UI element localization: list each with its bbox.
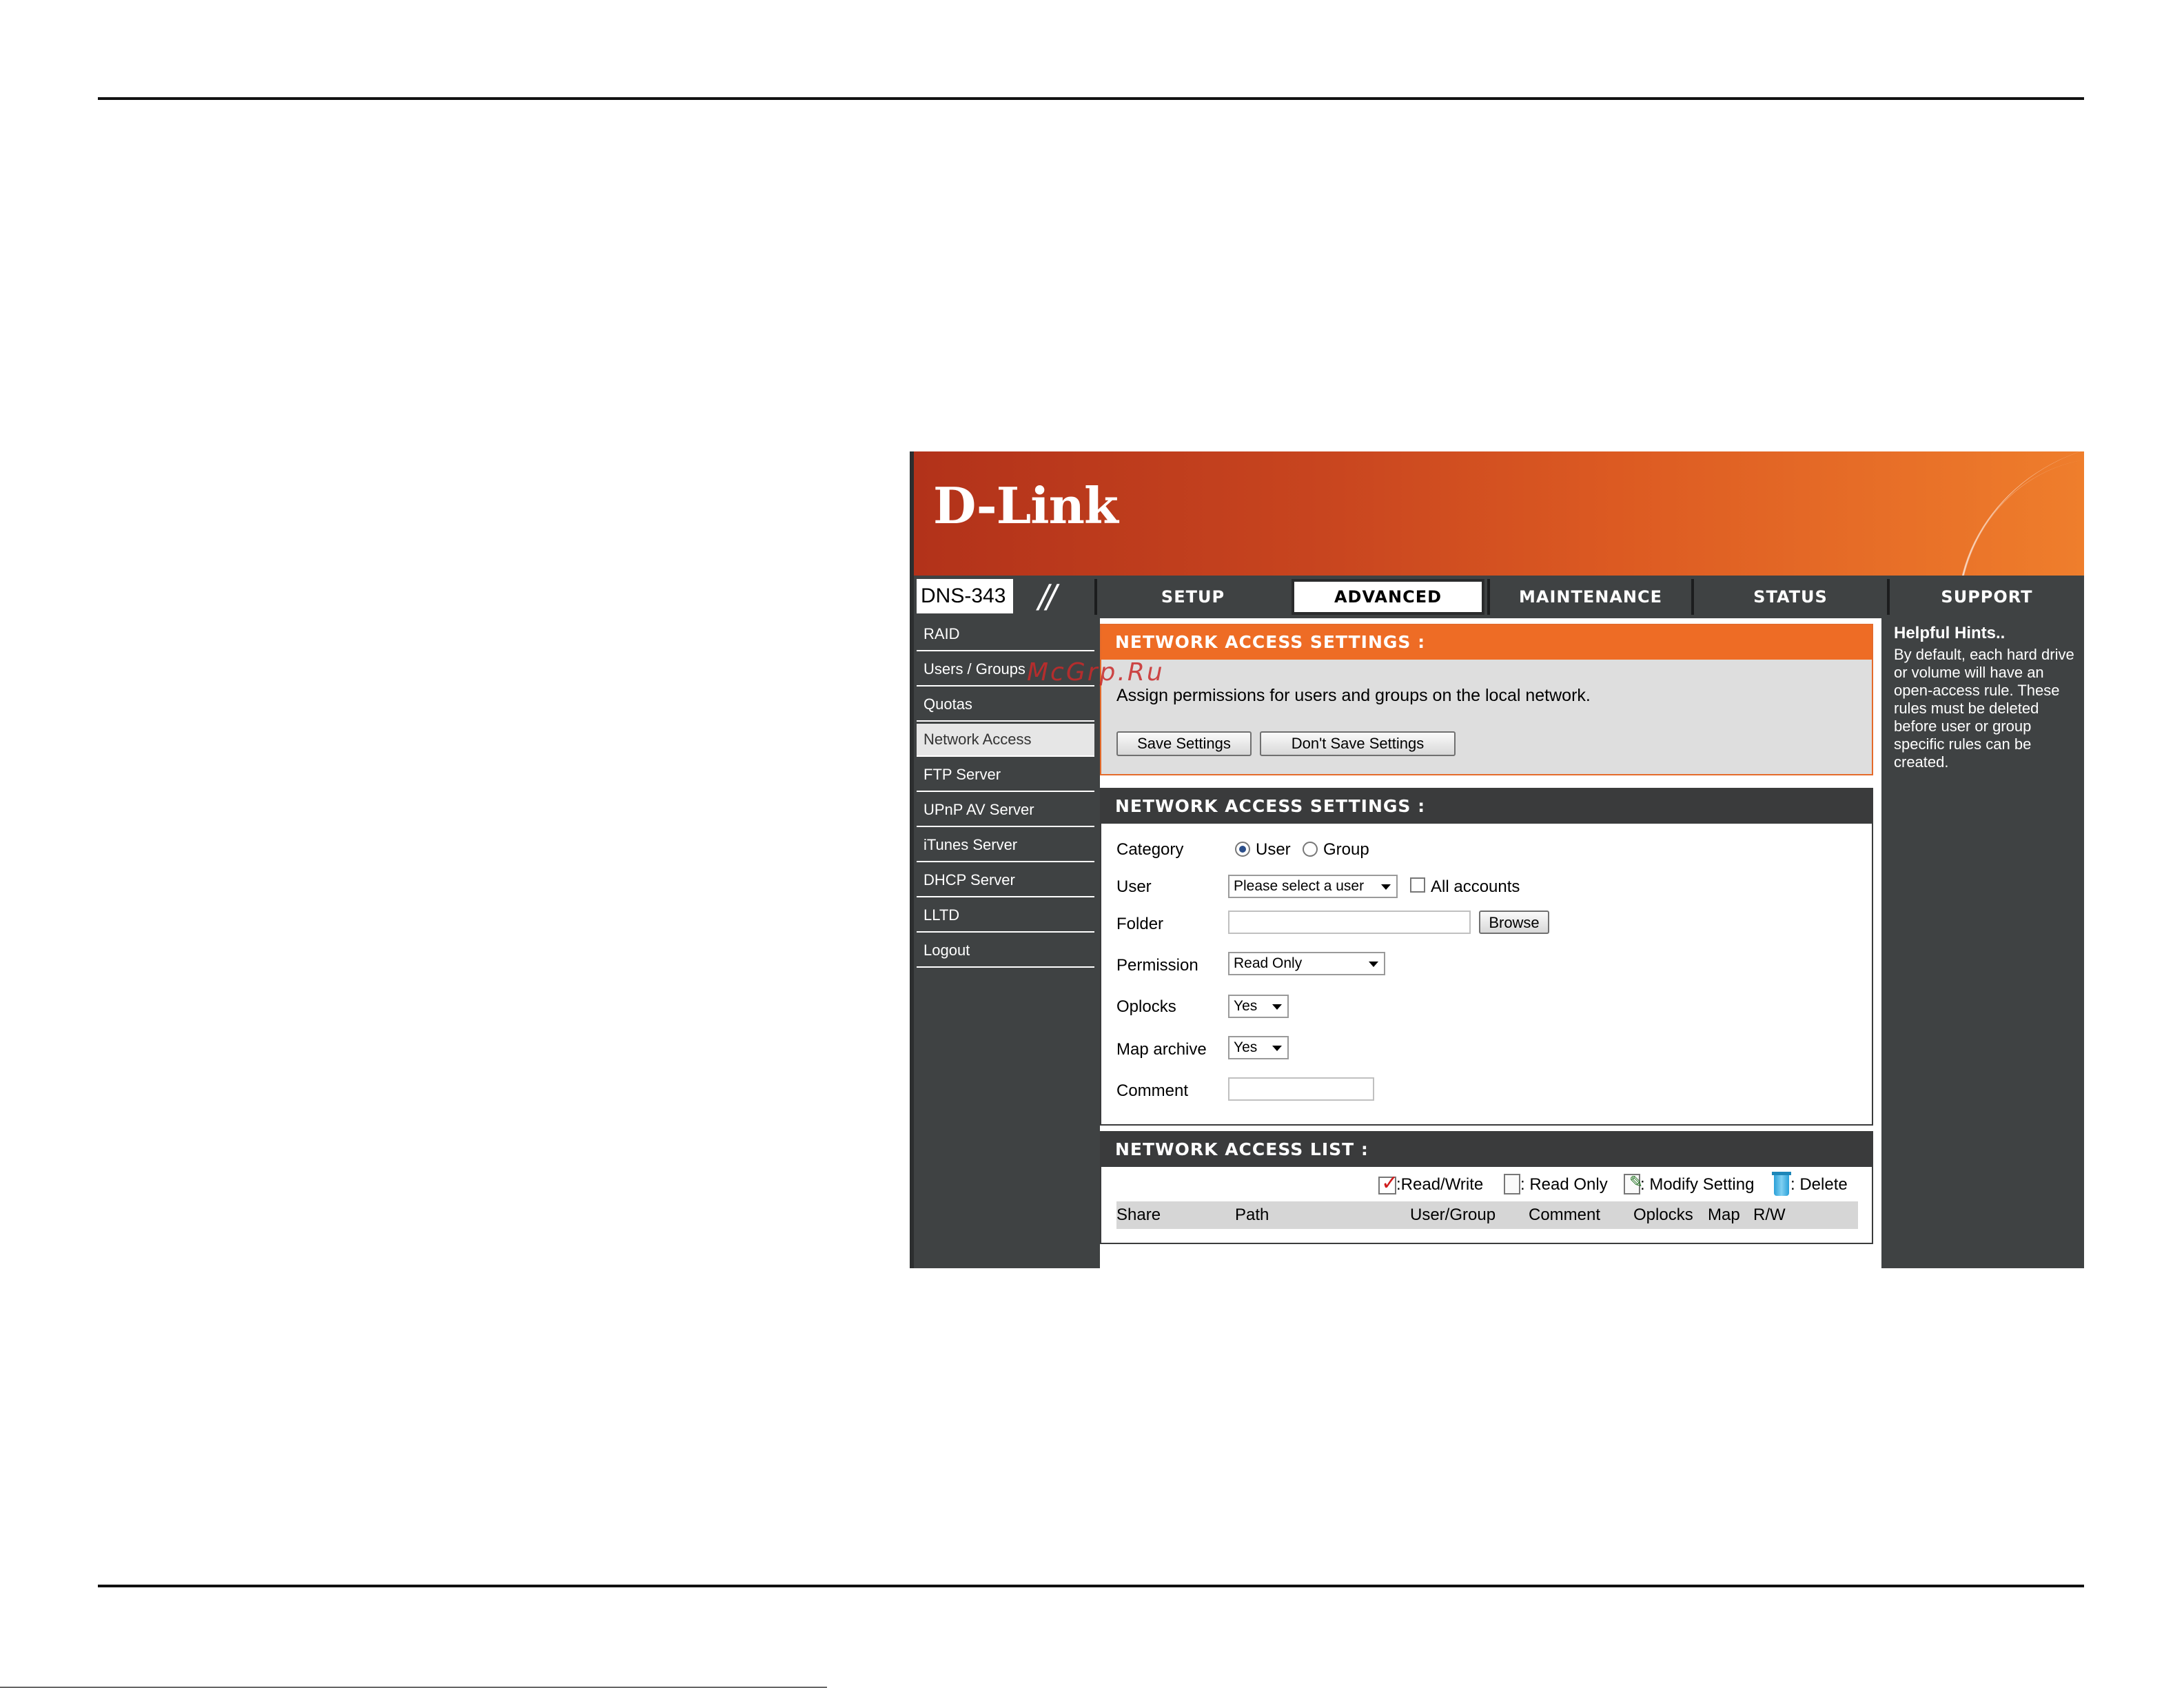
category-group-label: Group	[1323, 840, 1369, 859]
col-path: Path	[1235, 1206, 1269, 1224]
settings-description: Assign permissions for users and groups …	[1116, 686, 1591, 705]
all-accounts-checkbox[interactable]	[1410, 877, 1425, 893]
sidebar-item-logout[interactable]: Logout	[917, 935, 1094, 968]
col-share: Share	[1116, 1206, 1161, 1224]
col-map: Map	[1708, 1206, 1740, 1224]
chevron-down-icon	[1272, 1004, 1282, 1010]
permission-select-value: Read Only	[1234, 955, 1303, 971]
read-write-icon	[1378, 1171, 1398, 1195]
user-select[interactable]: Please select a user	[1228, 875, 1398, 898]
hints-title: Helpful Hints..	[1894, 624, 2006, 642]
settings-panel: NETWORK ACCESS SETTINGS : Assign permiss…	[1100, 624, 1873, 775]
network-access-form: NETWORK ACCESS SETTINGS : Category User …	[1100, 788, 1873, 1126]
category-label: Category	[1116, 840, 1184, 859]
save-settings-button[interactable]: Save Settings	[1116, 731, 1252, 756]
trash-icon	[1772, 1172, 1791, 1196]
sidebar-item-dhcp-server[interactable]: DHCP Server	[917, 864, 1094, 897]
hints-body: By default, each hard drive or volume wi…	[1894, 646, 2074, 771]
map-archive-select-value: Yes	[1234, 1039, 1258, 1055]
sidebar-item-itunes-server[interactable]: iTunes Server	[917, 829, 1094, 862]
folder-input[interactable]	[1228, 911, 1471, 934]
legend-modify-setting: : Modify Setting	[1640, 1175, 1755, 1194]
read-only-icon	[1504, 1174, 1520, 1194]
tab-advanced[interactable]: ADVANCED	[1292, 579, 1484, 615]
category-user-radio[interactable]	[1235, 842, 1250, 857]
browse-button[interactable]: Browse	[1479, 911, 1549, 934]
sidebar-item-ftp-server[interactable]: FTP Server	[917, 759, 1094, 792]
list-panel-title: NETWORK ACCESS LIST :	[1101, 1132, 1872, 1167]
bottom-rule	[98, 1585, 2084, 1587]
comment-input[interactable]	[1228, 1077, 1374, 1101]
oplocks-select[interactable]: Yes	[1228, 995, 1289, 1018]
category-group-radio[interactable]	[1303, 842, 1318, 857]
dlink-logo: D-Link	[933, 476, 1119, 535]
form-panel-title: NETWORK ACCESS SETTINGS :	[1101, 789, 1872, 824]
access-list-header: Share Path User/Group Comment Oplocks Ma…	[1116, 1201, 1858, 1229]
settings-panel-title: NETWORK ACCESS SETTINGS :	[1101, 625, 1872, 660]
chevron-down-icon	[1381, 884, 1391, 890]
col-user-group: User/Group	[1410, 1206, 1496, 1224]
legend-read-only: : Read Only	[1520, 1175, 1608, 1194]
permission-select[interactable]: Read Only	[1228, 952, 1385, 975]
chevron-down-icon	[1272, 1046, 1282, 1051]
dont-save-settings-button[interactable]: Don't Save Settings	[1260, 731, 1456, 756]
col-rw: R/W	[1753, 1206, 1786, 1224]
map-archive-label: Map archive	[1116, 1040, 1207, 1059]
tab-maintenance[interactable]: MAINTENANCE	[1487, 579, 1691, 615]
main-content: NETWORK ACCESS SETTINGS : Assign permiss…	[1100, 618, 1881, 1268]
sidebar-item-lltd[interactable]: LLTD	[917, 899, 1094, 933]
header-banner: D-Link	[914, 451, 2084, 576]
legend-delete: : Delete	[1790, 1175, 1848, 1194]
folder-label: Folder	[1116, 915, 1164, 933]
nas-web-ui: D-Link DNS-343 // SETUP ADVANCED MAINTEN…	[910, 451, 2084, 1268]
all-accounts-label: All accounts	[1431, 877, 1520, 896]
legend-read-write: :Read/Write	[1396, 1175, 1484, 1194]
tab-setup[interactable]: SETUP	[1094, 579, 1289, 615]
banner-swoosh-decoration-2	[1930, 460, 2084, 576]
watermark: McGrp.Ru	[1027, 658, 1165, 687]
col-oplocks: Oplocks	[1633, 1206, 1693, 1224]
oplocks-label: Oplocks	[1116, 997, 1176, 1016]
map-archive-select[interactable]: Yes	[1228, 1036, 1289, 1059]
oplocks-select-value: Yes	[1234, 998, 1258, 1014]
user-select-value: Please select a user	[1234, 878, 1365, 894]
chevron-down-icon	[1369, 962, 1378, 967]
comment-label: Comment	[1116, 1081, 1189, 1100]
category-user-label: User	[1256, 840, 1291, 859]
sidebar-item-upnp-av-server[interactable]: UPnP AV Server	[917, 794, 1094, 827]
helpful-hints: Helpful Hints.. By default, each hard dr…	[1888, 618, 2081, 771]
tab-support[interactable]: SUPPORT	[1887, 579, 2084, 615]
modify-setting-icon	[1624, 1172, 1643, 1194]
network-access-list: NETWORK ACCESS LIST : :Read/Write : Read…	[1100, 1131, 1873, 1244]
sidebar-item-raid[interactable]: RAID	[917, 618, 1094, 651]
col-comment: Comment	[1529, 1206, 1601, 1224]
sidebar-item-quotas[interactable]: Quotas	[917, 689, 1094, 722]
model-slash-decoration: //	[1013, 578, 1079, 615]
top-rule	[98, 97, 2084, 100]
tab-status[interactable]: STATUS	[1691, 579, 1887, 615]
sidebar-item-network-access[interactable]: Network Access	[917, 724, 1094, 757]
permission-label: Permission	[1116, 956, 1198, 975]
user-label: User	[1116, 877, 1152, 896]
